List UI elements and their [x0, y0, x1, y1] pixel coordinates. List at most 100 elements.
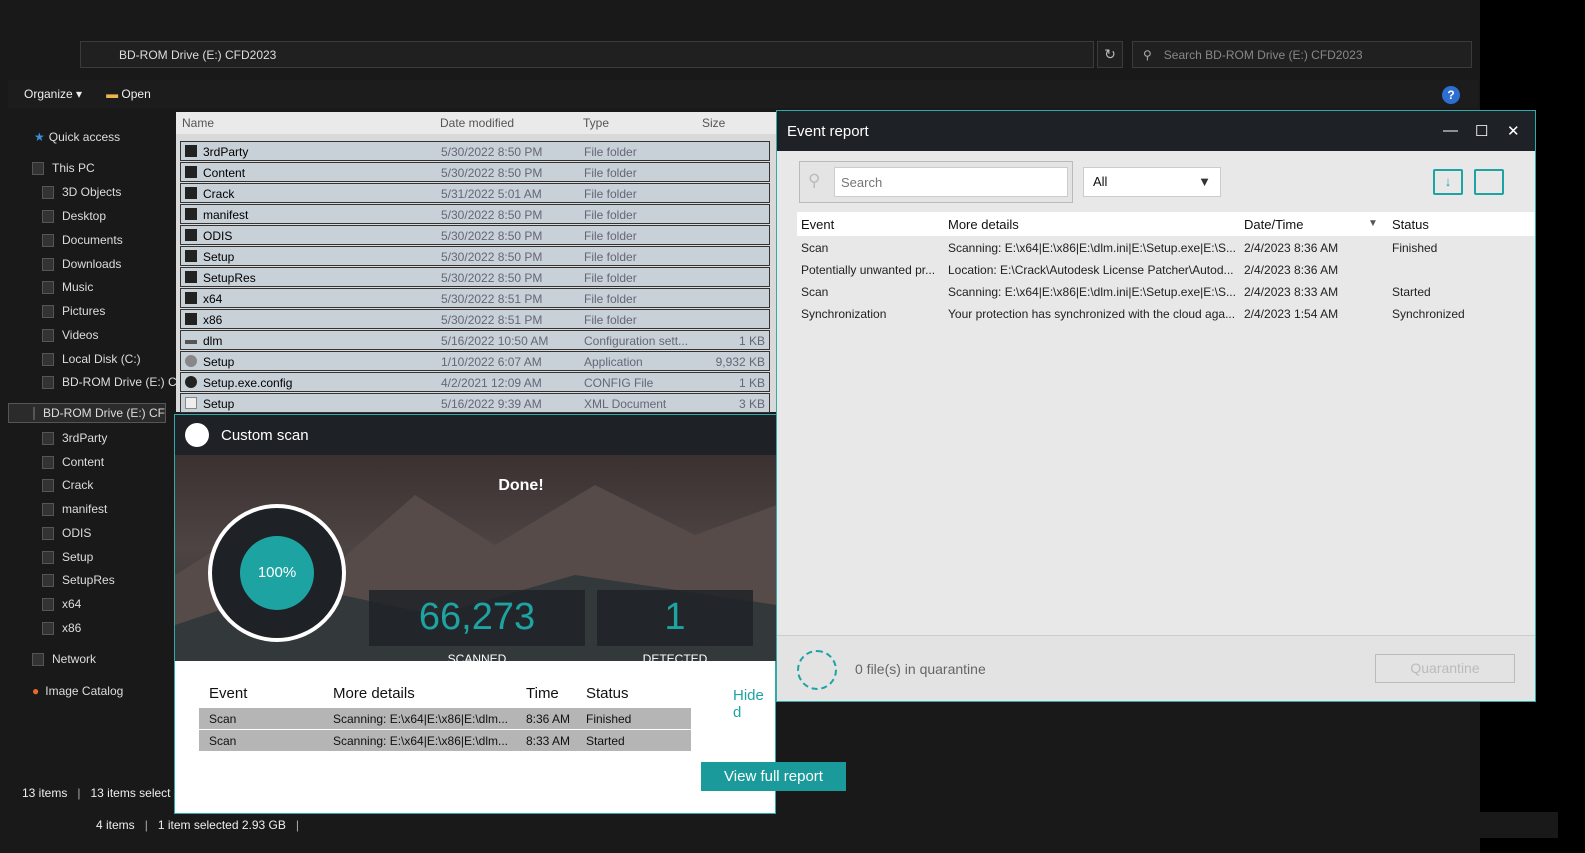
scan-title: Custom scan [221, 426, 309, 444]
nav-item-desktop[interactable]: Desktop [42, 206, 106, 226]
nav-item-setupres[interactable]: SetupRes [42, 570, 115, 590]
organize-button[interactable]: Organize ▾ [24, 87, 82, 101]
file-type: XML Document [584, 397, 667, 411]
nav-label: Music [62, 280, 94, 294]
file-row[interactable]: 3rdParty 5/30/2022 8:50 PM File folder [180, 141, 770, 161]
column-datetime[interactable]: Date/Time [1244, 217, 1303, 232]
file-row[interactable]: ODIS 5/30/2022 8:50 PM File folder [180, 225, 770, 245]
star-icon: ★ [34, 130, 45, 144]
file-type: CONFIG File [584, 376, 654, 390]
nav-item-videos[interactable]: Videos [42, 325, 98, 345]
nav-item-documents[interactable]: Documents [42, 230, 123, 250]
nav-item-music[interactable]: Music [42, 277, 93, 297]
column-event[interactable]: Event [801, 217, 834, 232]
event-row[interactable]: Synchronization Your protection has sync… [797, 303, 1535, 325]
file-size: 9,932 KB [715, 355, 765, 369]
column-name[interactable]: Name [182, 116, 214, 130]
column-details[interactable]: More details [948, 217, 1019, 232]
file-date: 5/30/2022 8:50 PM [441, 166, 543, 180]
file-date: 5/30/2022 8:50 PM [441, 145, 543, 159]
disc-icon [33, 406, 35, 420]
file-name: Setup [203, 397, 235, 411]
event-details: Scanning: E:\x64|E:\x86|E:\dlm.ini|E:\Se… [948, 241, 1236, 255]
nav-item-pictures[interactable]: Pictures [42, 301, 105, 321]
file-row[interactable]: Setup 5/16/2022 9:39 AM XML Document 3 KB [180, 393, 770, 413]
quarantine-footer: 0 file(s) in quarantine Quarantine [777, 635, 1535, 701]
export-folder-icon[interactable]: ↓ [1433, 169, 1463, 195]
file-date: 4/2/2021 12:09 AM [441, 376, 542, 390]
nav-item-bd-rom-selected[interactable]: BD-ROM Drive (E:) CF [8, 403, 166, 423]
file-name: x86 [203, 313, 223, 327]
file-type: File folder [584, 229, 637, 243]
open-label: Open [121, 87, 151, 101]
event-row[interactable]: Potentially unwanted pr... Location: E:\… [797, 259, 1535, 281]
file-row[interactable]: Setup 5/30/2022 8:50 PM File folder [180, 246, 770, 266]
folder-icon [42, 304, 54, 318]
nav-item-setup[interactable]: Setup [42, 547, 93, 567]
nav-label: Documents [62, 233, 123, 247]
log-event: Scan [209, 734, 237, 748]
column-size[interactable]: Size [702, 116, 725, 130]
log-details: Scanning: E:\x64|E:\x86|E:\dlm... [333, 712, 508, 726]
file-row[interactable]: x64 5/30/2022 8:51 PM File folder [180, 288, 770, 308]
nav-item-3rdparty[interactable]: 3rdParty [42, 428, 107, 448]
event-search-input[interactable] [834, 167, 1068, 197]
file-row[interactable]: x86 5/30/2022 8:51 PM File folder [180, 309, 770, 329]
nav-item-odis[interactable]: ODIS [42, 523, 91, 543]
file-row[interactable]: manifest 5/30/2022 8:50 PM File folder [180, 204, 770, 224]
nav-item-quick-access[interactable]: ★ Quick access [34, 127, 120, 147]
nav-item-crack[interactable]: Crack [42, 475, 93, 495]
hide-details-link[interactable]: Hide d [733, 687, 775, 721]
file-row[interactable]: Content 5/30/2022 8:50 PM File folder [180, 162, 770, 182]
column-date[interactable]: Date modified [440, 116, 514, 130]
close-icon[interactable]: ✕ [1507, 122, 1520, 140]
nav-label: BD-ROM Drive (E:) C [62, 375, 177, 389]
open-button[interactable]: ▬ Open [106, 87, 151, 101]
column-status[interactable]: Status [1392, 217, 1429, 232]
nav-item-3d-objects[interactable]: 3D Objects [42, 182, 121, 202]
explorer-search-input[interactable]: ⚲ Search BD-ROM Drive (E:) CFD2023 [1132, 41, 1472, 68]
nav-label: SetupRes [62, 573, 115, 587]
column-event: Event [209, 685, 248, 702]
maximize-icon[interactable]: ☐ [1475, 122, 1488, 140]
folder-icon [42, 502, 54, 516]
nav-item-content[interactable]: Content [42, 452, 104, 472]
nav-item-network[interactable]: Network [32, 649, 96, 669]
file-row[interactable]: dlm 5/16/2022 10:50 AM Configuration sett.… [180, 330, 770, 350]
event-filter-select[interactable]: All ▼ [1083, 167, 1221, 197]
search-icon: ⚲ [1143, 47, 1152, 62]
event-row[interactable]: Scan Scanning: E:\x64|E:\x86|E:\dlm.ini|… [797, 237, 1535, 259]
file-row[interactable]: Setup.exe.config 4/2/2021 12:09 AM CONFIG … [180, 372, 770, 392]
nav-item-manifest[interactable]: manifest [42, 499, 107, 519]
folder-icon [42, 478, 54, 492]
nav-label: x64 [62, 597, 82, 611]
file-date: 5/30/2022 8:50 PM [441, 229, 543, 243]
file-row[interactable]: Crack 5/31/2022 5:01 AM File folder [180, 183, 770, 203]
event-row[interactable]: Scan Scanning: E:\x64|E:\x86|E:\dlm.ini|… [797, 281, 1535, 303]
file-row[interactable]: SetupRes 5/30/2022 8:50 PM File folder [180, 267, 770, 287]
quarantine-button[interactable]: Quarantine [1375, 654, 1515, 683]
nav-item-downloads[interactable]: Downloads [42, 254, 121, 274]
address-bar[interactable]: BD-ROM Drive (E:) CFD2023 [80, 41, 1094, 68]
view-full-report-button[interactable]: View full report [701, 762, 846, 791]
print-icon[interactable] [1474, 169, 1504, 195]
log-status: Finished [586, 712, 632, 726]
minimize-icon[interactable]: — [1443, 122, 1458, 139]
nav-item-image-catalog[interactable]: ● Image Catalog [32, 681, 123, 701]
nav-label: manifest [62, 502, 108, 516]
nav-item-x86[interactable]: x86 [42, 618, 81, 638]
nav-item-this-pc[interactable]: This PC [32, 158, 95, 178]
nav-label: Setup [62, 550, 94, 564]
column-type[interactable]: Type [583, 116, 609, 130]
file-row[interactable]: Setup 1/10/2022 6:07 AM Application 9,932 K… [180, 351, 770, 371]
nav-item-local-disk[interactable]: Local Disk (C:) [42, 349, 141, 369]
navigation-pane: ★ Quick access This PC 3D Objects Desktop… [8, 112, 177, 780]
address-path: BD-ROM Drive (E:) CFD2023 [119, 47, 277, 62]
refresh-button[interactable]: ↻ [1097, 41, 1123, 68]
file-list-header: Name Date modified Type Size [176, 112, 776, 134]
event-datetime: 2/4/2023 8:33 AM [1244, 285, 1339, 299]
nav-label: Local Disk (C:) [62, 352, 141, 366]
nav-item-bd-rom[interactable]: BD-ROM Drive (E:) C [42, 372, 177, 392]
nav-item-x64[interactable]: x64 [42, 594, 81, 614]
help-button[interactable]: ? [1442, 86, 1460, 104]
